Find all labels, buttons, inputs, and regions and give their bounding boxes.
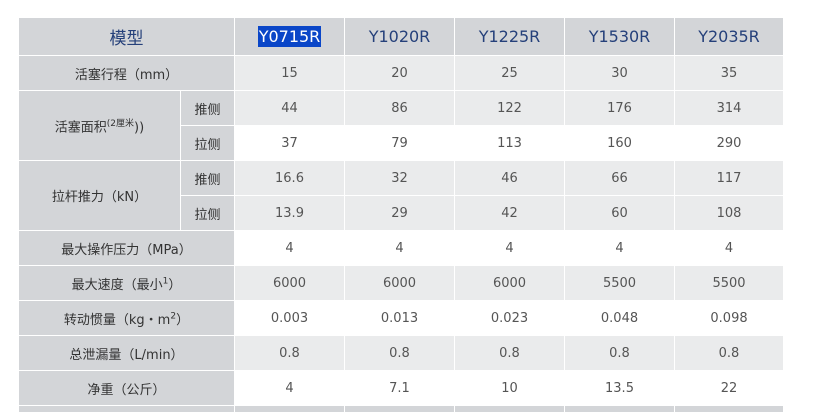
table-cell: 314 bbox=[674, 90, 784, 126]
table-cell: 15 bbox=[234, 55, 345, 91]
row-label-max-pressure: 最大操作压力（MPa） bbox=[18, 230, 235, 266]
table-cell-partial bbox=[344, 405, 455, 413]
row-label-rod-force: 拉杆推力（kN） bbox=[18, 160, 181, 231]
row-label-leakage: 总泄漏量（L/min） bbox=[18, 335, 235, 371]
row-label-max-speed: 最大速度（最小1） bbox=[18, 265, 235, 301]
table-cell: 0.8 bbox=[234, 335, 345, 371]
table-cell: 0.048 bbox=[564, 300, 675, 336]
model-header-cell: Y1020R bbox=[344, 17, 455, 56]
spec-table: 模型 Y0715R Y1020R Y1225R Y1530R Y2035R 活塞… bbox=[18, 17, 784, 413]
header-row: 模型 Y0715R Y1020R Y1225R Y1530R Y2035R bbox=[18, 17, 784, 56]
table-cell: 30 bbox=[564, 55, 675, 91]
side-label-push: 推侧 bbox=[180, 90, 235, 126]
table-cell: 44 bbox=[234, 90, 345, 126]
table-cell: 4 bbox=[234, 370, 345, 406]
table-cell: 25 bbox=[454, 55, 565, 91]
table-cell: 13.5 bbox=[564, 370, 675, 406]
side-label-push: 推侧 bbox=[180, 160, 235, 196]
table-row: 转动惯量（kg・m2） 0.003 0.013 0.023 0.048 0.09… bbox=[18, 300, 784, 336]
table-cell: 7.1 bbox=[344, 370, 455, 406]
table-cell-partial bbox=[564, 405, 675, 413]
table-cell: 4 bbox=[234, 230, 345, 266]
table-row: 最大操作压力（MPa） 4 4 4 4 4 bbox=[18, 230, 784, 266]
table-row: 拉杆推力（kN） 推侧 16.6 32 46 66 117 bbox=[18, 160, 784, 231]
table-cell: 42 bbox=[454, 195, 565, 231]
table-cell: 4 bbox=[674, 230, 784, 266]
table-row: 总泄漏量（L/min） 0.8 0.8 0.8 0.8 0.8 bbox=[18, 335, 784, 371]
table-cell: 29 bbox=[344, 195, 455, 231]
table-cell: 6000 bbox=[234, 265, 345, 301]
table-cell: 66 bbox=[564, 160, 675, 196]
table-cell: 113 bbox=[454, 125, 565, 161]
table-cell: 176 bbox=[564, 90, 675, 126]
table-cell: 0.8 bbox=[454, 335, 565, 371]
table-cell: 37 bbox=[234, 125, 345, 161]
table-cell: 0.8 bbox=[564, 335, 675, 371]
table-cell: 6000 bbox=[454, 265, 565, 301]
table-cell: 0.098 bbox=[674, 300, 784, 336]
table-cell: 0.8 bbox=[674, 335, 784, 371]
table-row: 活塞面积(2厘米)) 推侧 44 86 122 176 314 bbox=[18, 90, 784, 161]
table-cell: 4 bbox=[344, 230, 455, 266]
row-label-weight: 净重（公斤） bbox=[18, 370, 235, 406]
table-cell-partial bbox=[674, 405, 784, 413]
model-header-cell[interactable]: Y0715R bbox=[234, 17, 345, 56]
row-label-text: 转动惯量（kg・m bbox=[63, 312, 171, 328]
table-cell: 0.023 bbox=[454, 300, 565, 336]
table-cell-partial bbox=[454, 405, 565, 413]
row-label-tail: ） bbox=[168, 277, 182, 293]
model-name-selected[interactable]: Y0715R bbox=[257, 26, 322, 47]
table-cell: 10 bbox=[454, 370, 565, 406]
row-label-tail: ） bbox=[176, 312, 190, 328]
table-cell: 0.003 bbox=[234, 300, 345, 336]
table-cell: 60 bbox=[564, 195, 675, 231]
model-header-label: 模型 bbox=[18, 17, 235, 56]
row-label-text: 最大速度（最小 bbox=[71, 277, 163, 293]
table-cell: 0.8 bbox=[344, 335, 455, 371]
table-cell: 4 bbox=[454, 230, 565, 266]
model-header-cell: Y2035R bbox=[674, 17, 784, 56]
table-cell: 79 bbox=[344, 125, 455, 161]
row-label-tail: )) bbox=[134, 120, 145, 136]
row-label-text: 活塞面积 bbox=[54, 120, 107, 136]
table-cell: 117 bbox=[674, 160, 784, 196]
table-cell: 5500 bbox=[564, 265, 675, 301]
table-cell: 122 bbox=[454, 90, 565, 126]
table-cell: 108 bbox=[674, 195, 784, 231]
model-header-cell: Y1530R bbox=[564, 17, 675, 56]
table-cell: 20 bbox=[344, 55, 455, 91]
table-row: 净重（公斤） 4 7.1 10 13.5 22 bbox=[18, 370, 784, 406]
table-cell: 0.013 bbox=[344, 300, 455, 336]
table-cell: 6000 bbox=[344, 265, 455, 301]
table-cell: 16.6 bbox=[234, 160, 345, 196]
table-cell: 35 bbox=[674, 55, 784, 91]
table-row: 最大速度（最小1） 6000 6000 6000 5500 5500 bbox=[18, 265, 784, 301]
row-label-piston-area: 活塞面积(2厘米)) bbox=[18, 90, 181, 161]
table-cell: 4 bbox=[564, 230, 675, 266]
side-label-pull: 拉侧 bbox=[180, 125, 235, 161]
table-cell: 22 bbox=[674, 370, 784, 406]
table-row-partial bbox=[18, 405, 784, 413]
table-cell-partial bbox=[18, 405, 235, 413]
side-label-pull: 拉侧 bbox=[180, 195, 235, 231]
row-label-stroke: 活塞行程（mm） bbox=[18, 55, 235, 91]
table-cell: 13.9 bbox=[234, 195, 345, 231]
table-cell: 5500 bbox=[674, 265, 784, 301]
table-row: 活塞行程（mm） 15 20 25 30 35 bbox=[18, 55, 784, 91]
table-cell: 46 bbox=[454, 160, 565, 196]
row-label-sup: (2厘米 bbox=[106, 118, 135, 129]
table-cell: 160 bbox=[564, 125, 675, 161]
model-header-cell: Y1225R bbox=[454, 17, 565, 56]
row-label-inertia: 转动惯量（kg・m2） bbox=[18, 300, 235, 336]
table-cell: 290 bbox=[674, 125, 784, 161]
table-cell-partial bbox=[234, 405, 345, 413]
table-cell: 32 bbox=[344, 160, 455, 196]
table-cell: 86 bbox=[344, 90, 455, 126]
